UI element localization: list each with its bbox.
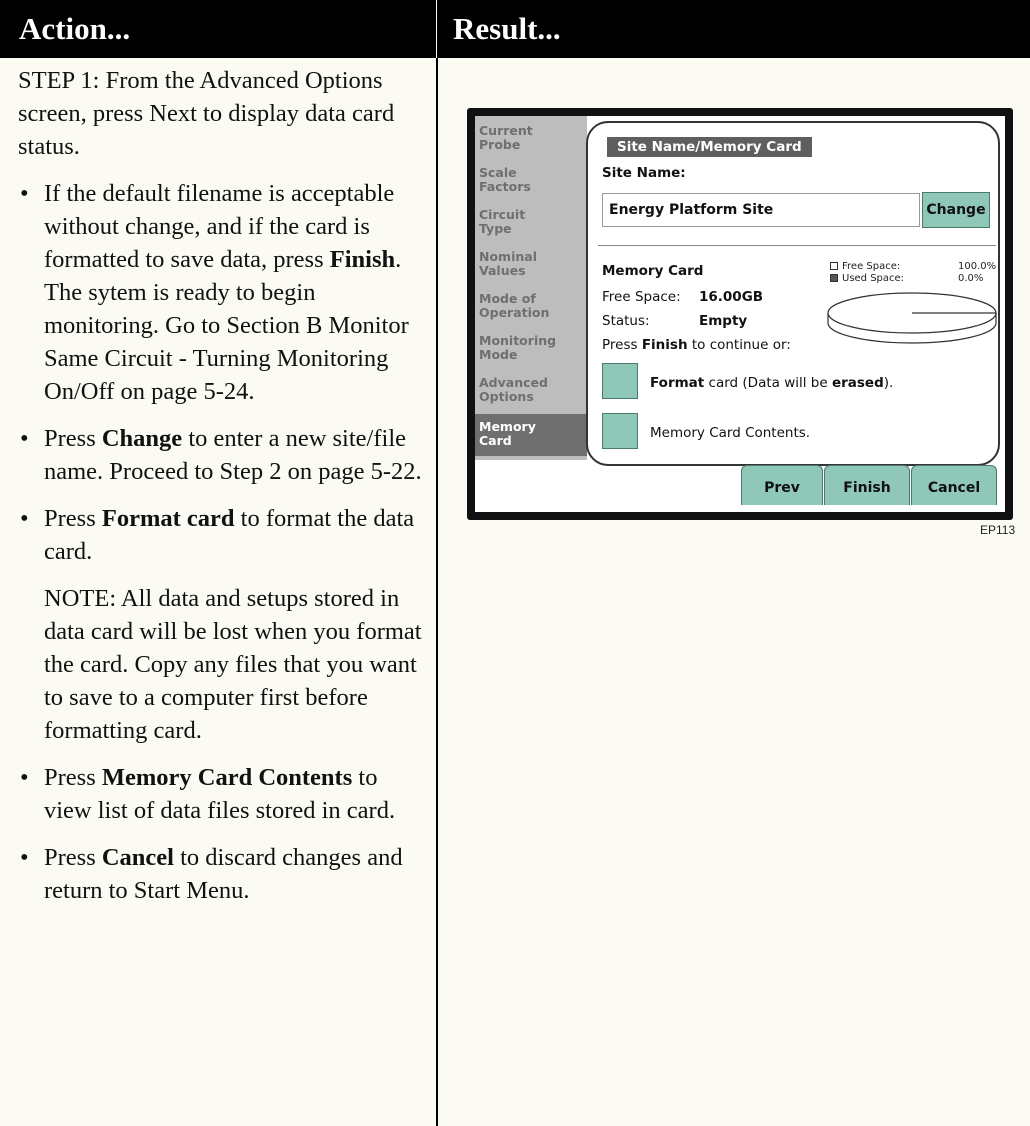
free-space-swatch <box>830 262 838 270</box>
sidebar-item-advanced-options[interactable]: Advanced Options <box>479 376 583 404</box>
memory-card-contents-label: Memory Card Contents. <box>650 425 811 441</box>
device-screenshot: Current Probe Scale Factors Circuit Type… <box>467 108 1013 520</box>
bullet-dot: • <box>20 844 29 871</box>
bullet-dot: • <box>20 505 29 532</box>
bullet-finish: • If the default filename is acceptable … <box>18 177 422 408</box>
panel-title: Site Name/Memory Card <box>607 137 812 157</box>
column-divider <box>436 58 438 1126</box>
bullet-dot: • <box>20 764 29 791</box>
free-space-value: 16.00GB <box>699 289 764 305</box>
bullet-text: Press <box>44 764 102 791</box>
bullet-keyword: Change <box>101 425 183 452</box>
sidebar-item-circuit-type[interactable]: Circuit Type <box>479 208 583 236</box>
sidebar-item-monitoring-mode[interactable]: Monitoring Mode <box>479 334 583 362</box>
action-header: Action... <box>0 0 436 58</box>
used-space-swatch <box>830 274 838 282</box>
memory-card-label: Memory Card <box>602 263 704 279</box>
figure-caption: EP113 <box>980 523 1016 537</box>
site-name-label: Site Name: <box>602 165 686 181</box>
bullet-keyword: Memory Card Contents <box>101 764 353 791</box>
used-space-percent: 0.0% <box>958 273 984 284</box>
bullet-text: Press <box>44 505 102 532</box>
prev-button[interactable]: Prev <box>741 465 823 505</box>
space-pie-chart <box>827 292 997 344</box>
used-space-legend: Used Space: <box>830 273 904 284</box>
format-card-button[interactable] <box>602 363 638 399</box>
result-header: Result... <box>437 0 1030 58</box>
free-space-percent: 100.0% <box>958 261 997 272</box>
free-space-legend: Free Space: <box>830 261 900 272</box>
memory-card-panel: Site Name/Memory Card Site Name: Energy … <box>586 121 1000 466</box>
device-screen: Current Probe Scale Factors Circuit Type… <box>475 116 1005 512</box>
bullet-format: • Press Format card to format the data c… <box>18 502 422 568</box>
bullet-dot: • <box>20 425 29 452</box>
bullet-keyword: Cancel <box>101 844 174 871</box>
bullet-text: Press <box>44 844 102 871</box>
divider <box>598 245 996 246</box>
sidebar-item-scale-factors[interactable]: Scale Factors <box>479 166 583 194</box>
cancel-button[interactable]: Cancel <box>911 465 997 505</box>
bullet-keyword: Format card <box>101 505 235 532</box>
step-1-text: STEP 1: From the Advanced Options screen… <box>18 67 395 160</box>
change-button[interactable]: Change <box>922 192 990 228</box>
bullet-text: Press <box>44 425 102 452</box>
bullet-cancel: • Press Cancel to discard changes and re… <box>18 841 422 907</box>
format-note: NOTE: All data and setups stored in data… <box>44 585 422 744</box>
format-card-label: Format card (Data will be erased). <box>650 375 894 391</box>
press-finish-text: Press Finish to continue or: <box>602 337 791 353</box>
bullet-keyword: Finish <box>329 246 396 273</box>
site-name-field[interactable]: Energy Platform Site <box>602 193 920 227</box>
finish-button[interactable]: Finish <box>824 465 910 505</box>
bullet-contents: • Press Memory Card Contents to view lis… <box>18 761 422 827</box>
status-label: Status: <box>602 313 650 329</box>
sidebar-item-mode-of-operation[interactable]: Mode of Operation <box>479 292 583 320</box>
free-space-label: Free Space: <box>602 289 681 305</box>
instructions-column: STEP 1: From the Advanced Options screen… <box>18 64 422 921</box>
status-value: Empty <box>699 313 748 329</box>
memory-card-contents-button[interactable] <box>602 413 638 449</box>
bullet-dot: • <box>20 180 29 207</box>
bullet-change: • Press Change to enter a new site/file … <box>18 422 422 488</box>
setup-sidebar: Current Probe Scale Factors Circuit Type… <box>475 116 587 460</box>
sidebar-item-memory-card[interactable]: Memory Card <box>475 414 587 456</box>
sidebar-item-current-probe[interactable]: Current Probe <box>479 124 583 152</box>
sidebar-item-nominal-values[interactable]: Nominal Values <box>479 250 583 278</box>
